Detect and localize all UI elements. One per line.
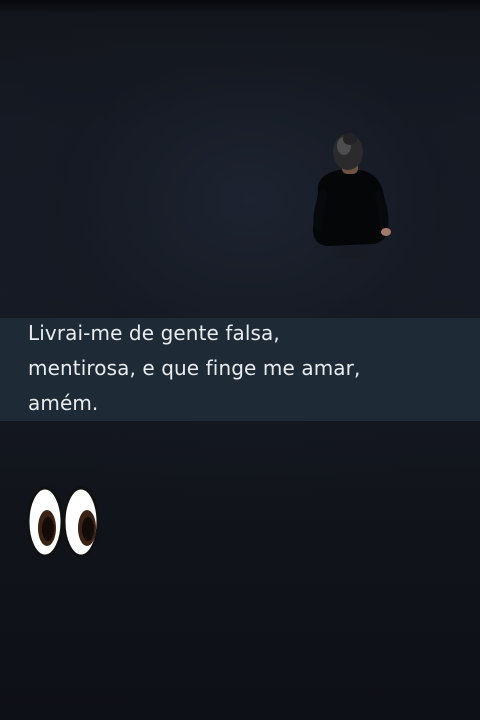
top-shadow xyxy=(0,0,480,14)
caption-line-2: mentirosa, e que finge me amar, xyxy=(28,356,361,380)
eyes-emoji-icon xyxy=(26,486,100,558)
story-frame: Livrai-me de gente falsa, mentirosa, e q… xyxy=(0,0,480,720)
caption-line-1: Livrai-me de gente falsa, xyxy=(28,321,280,345)
caption-bar: Livrai-me de gente falsa, mentirosa, e q… xyxy=(0,318,480,421)
caption-line-3: amém. xyxy=(28,391,99,415)
person-figure xyxy=(312,133,391,258)
